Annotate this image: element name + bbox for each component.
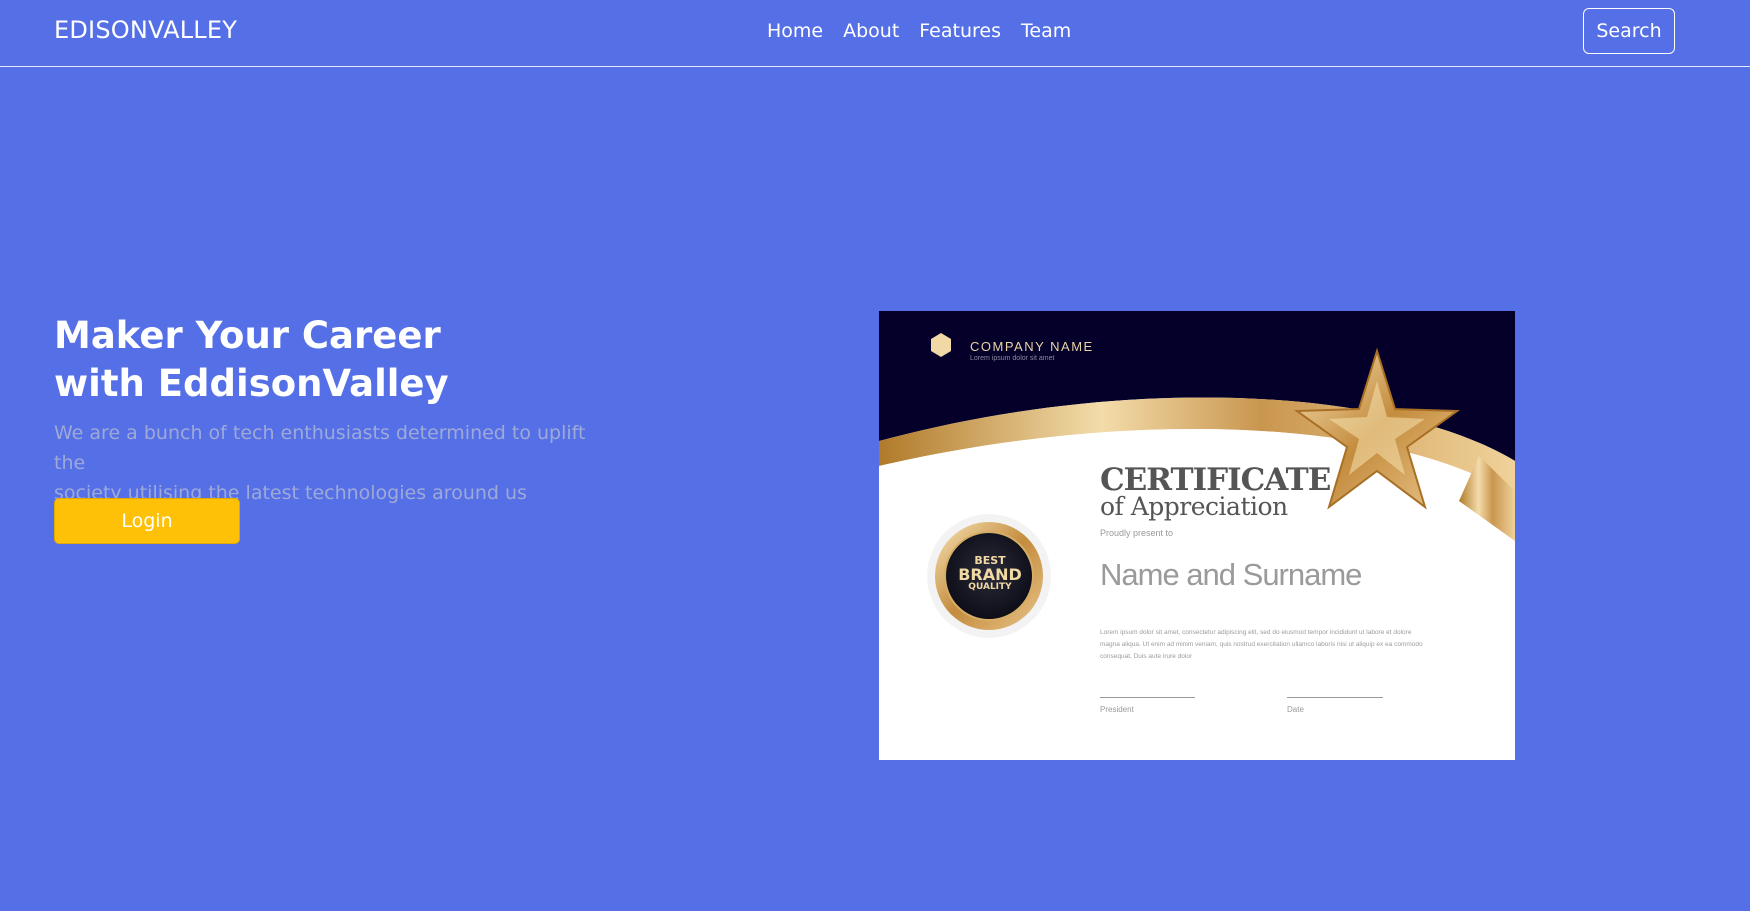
cert-present-text: Proudly present to: [1100, 528, 1174, 538]
cert-body-text: Lorem ipsum dolor sit amet, consectetur …: [1100, 629, 1423, 660]
certificate-artwork: [879, 311, 1515, 760]
cert-recipient-name: Name and Surname: [1100, 557, 1362, 592]
hero-subtitle-line1: We are a bunch of tech enthusiasts deter…: [54, 422, 586, 474]
hero-title: Maker Your Career with EddisonValley: [54, 312, 654, 408]
signature-line-right: [1287, 697, 1383, 698]
brand-logo[interactable]: EDISONVALLEY: [54, 16, 237, 44]
hero-subtitle: We are a bunch of tech enthusiasts deter…: [54, 418, 614, 508]
signature-line-left: [1100, 697, 1195, 698]
nav-link-about[interactable]: About: [843, 20, 899, 42]
nav-links: Home About Features Team: [767, 20, 1071, 42]
nav-link-team[interactable]: Team: [1021, 20, 1071, 42]
cert-subtitle: of Appreciation: [1100, 492, 1288, 521]
login-button[interactable]: Login: [54, 498, 240, 544]
cert-company-subtitle: Lorem ipsum dolor sit amet: [970, 355, 1055, 362]
seal-text-bottom: QUALITY: [968, 582, 1012, 592]
search-button[interactable]: Search: [1583, 8, 1675, 54]
top-navbar: EDISONVALLEY Home About Features Team Se…: [0, 0, 1750, 67]
nav-link-features[interactable]: Features: [919, 20, 1001, 42]
hero-title-line1: Maker Your Career: [54, 314, 441, 357]
hero-title-line2: with EddisonValley: [54, 362, 449, 405]
signature-label-right: Date: [1287, 705, 1304, 714]
signature-label-left: President: [1100, 705, 1134, 714]
certificate-image: COMPANY NAME Lorem ipsum dolor sit amet …: [879, 311, 1515, 760]
nav-link-home[interactable]: Home: [767, 20, 823, 42]
cert-company-name: COMPANY NAME: [970, 339, 1094, 354]
